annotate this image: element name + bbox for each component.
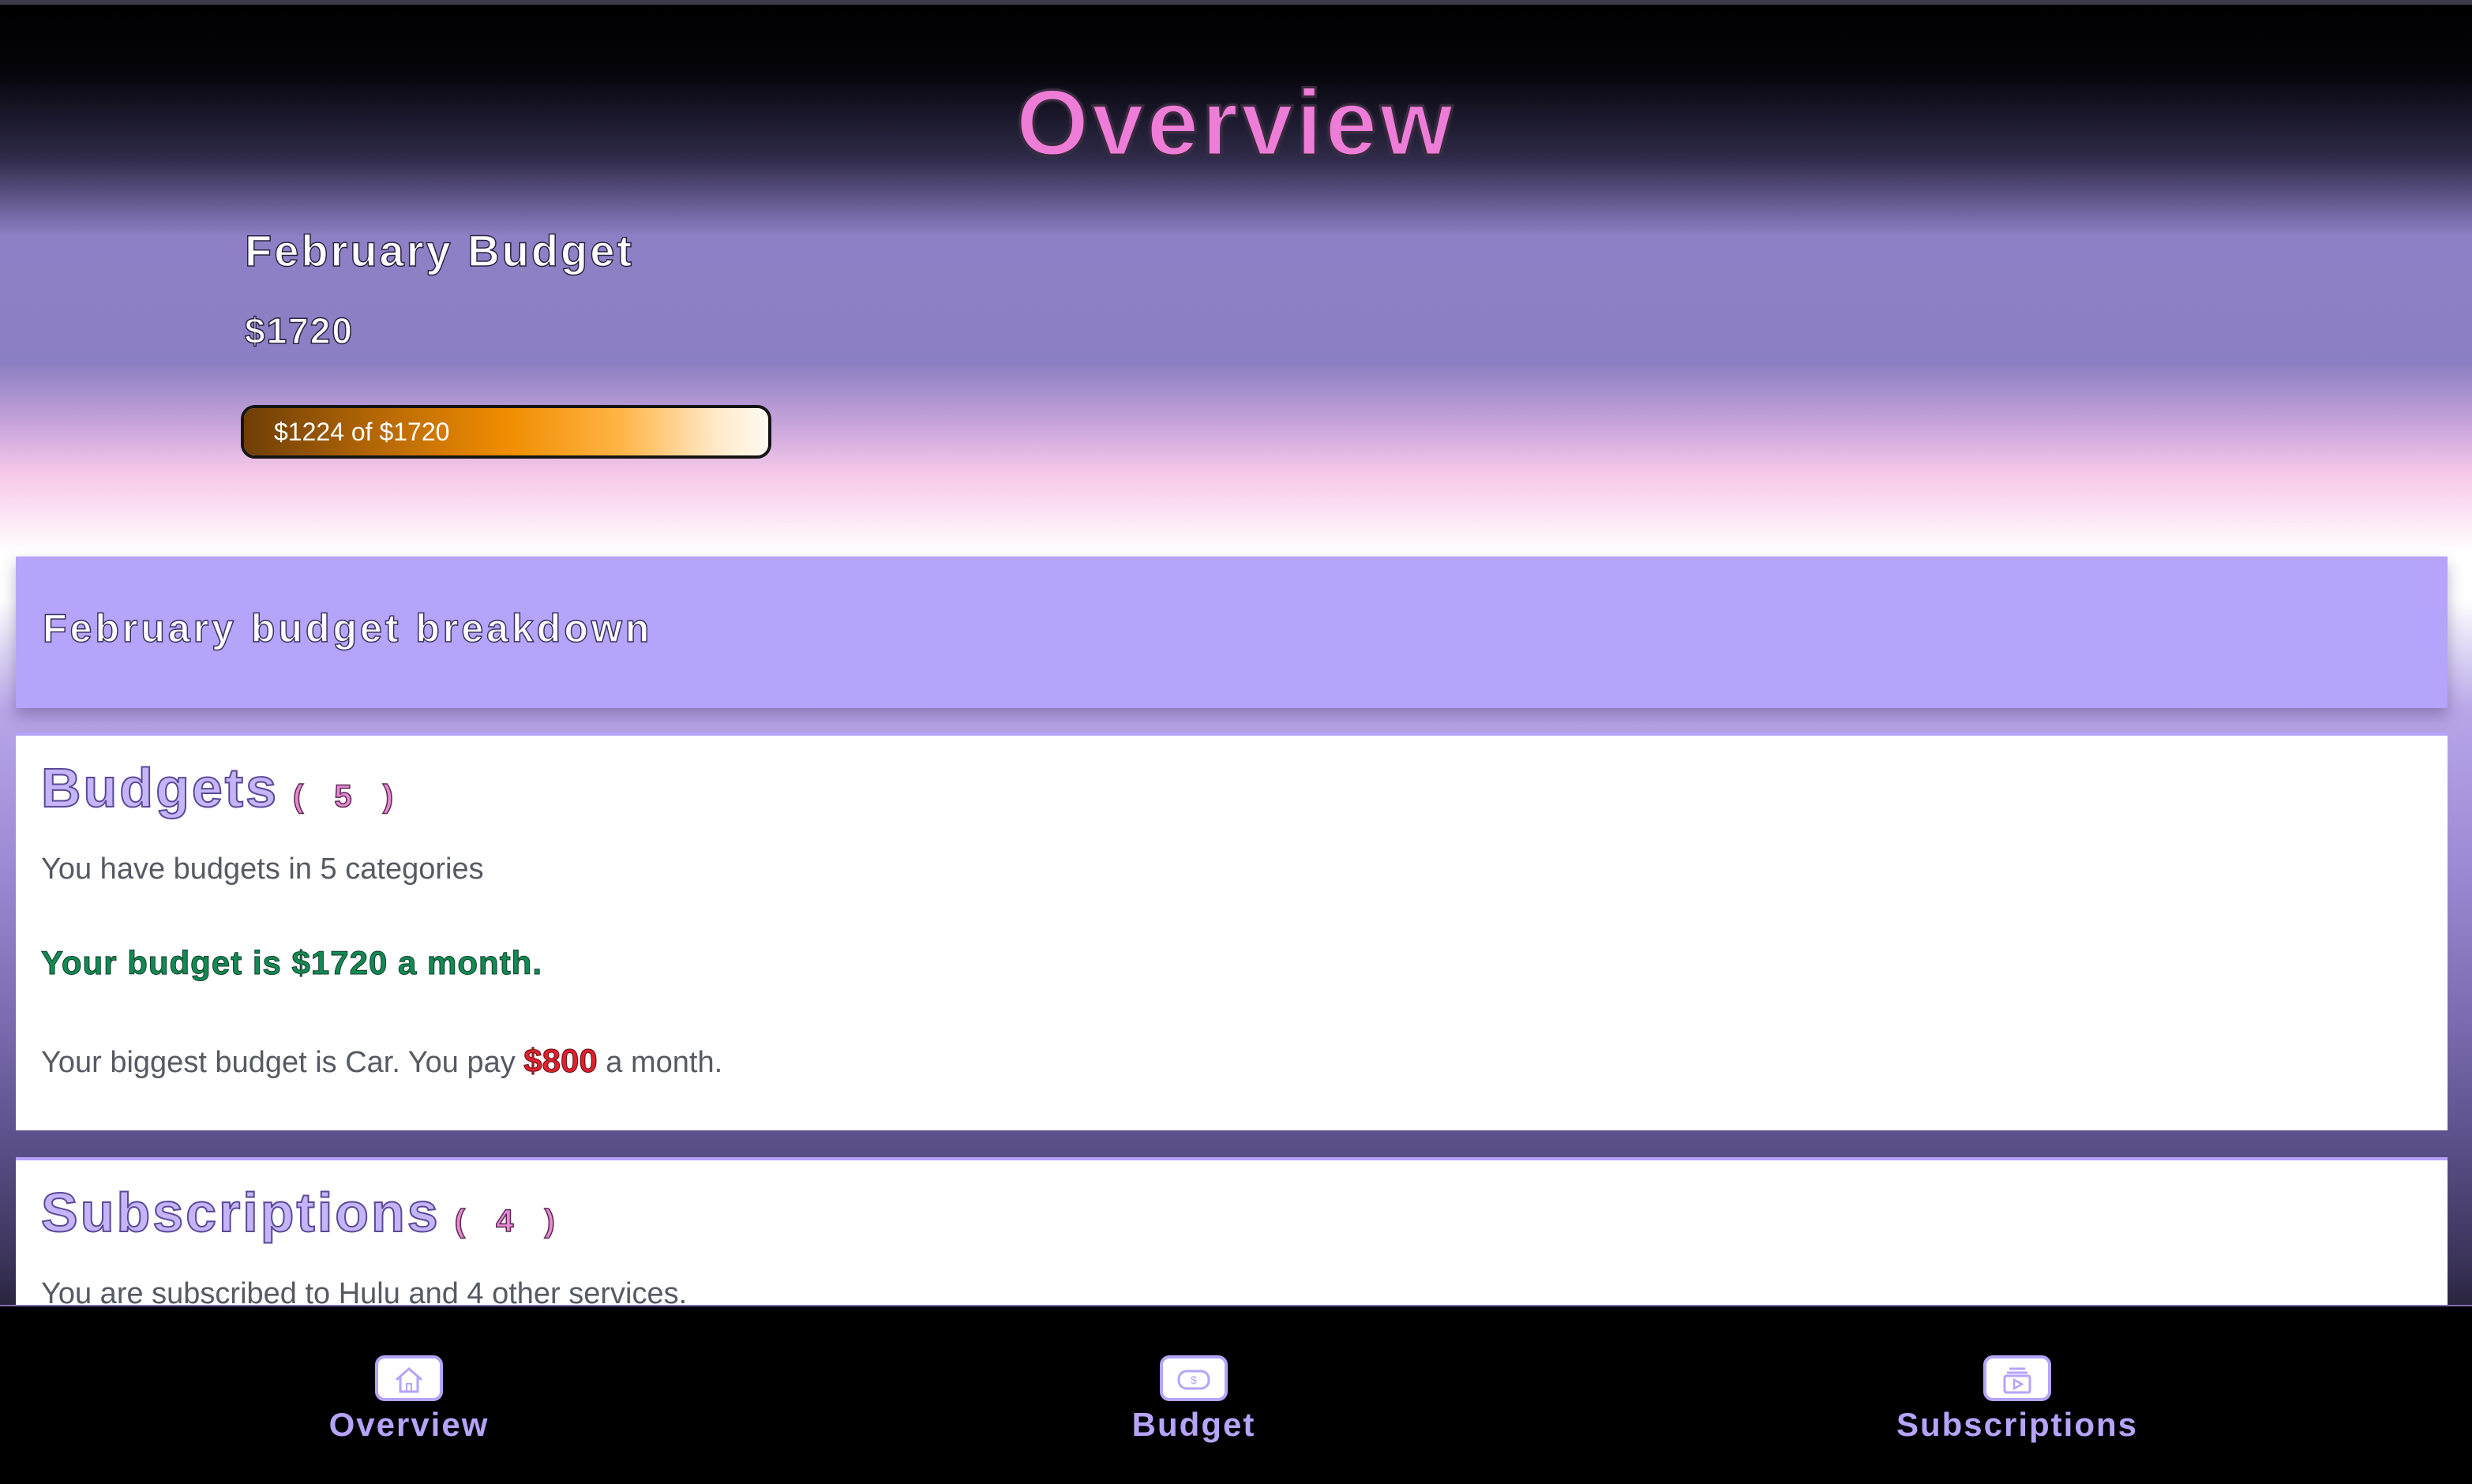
budgets-count-badge: ( 5 ) [292,778,405,815]
monthly-budget-heading: February Budget [244,225,635,276]
budgets-title-text: Budgets [40,756,279,819]
money-icon[interactable]: $ [1160,1355,1228,1401]
nav-subscriptions[interactable]: Subscriptions [1859,1355,2175,1444]
biggest-budget-line: Your biggest budget is Car. You pay $800… [41,1042,722,1080]
window-top-edge [0,0,2472,5]
page-title: Overview [1015,71,1456,176]
breakdown-title: February budget breakdown [42,605,653,651]
nav-budget[interactable]: $ Budget [1036,1355,1352,1444]
nav-budget-label[interactable]: Budget [1036,1406,1352,1444]
breakdown-banner: February budget breakdown [16,556,2448,708]
biggest-budget-suffix: a month. [606,1046,723,1079]
monthly-budget-amount: $1720 [244,309,354,352]
subscriptions-card-title: Subscriptions ( 4 ) [40,1181,566,1244]
budgets-summary: You have budgets in 5 categories [41,853,484,886]
budget-progress-label: $1224 of $1720 [274,418,450,446]
subscriptions-count-badge: ( 4 ) [454,1203,566,1239]
nav-overview-label[interactable]: Overview [251,1406,567,1444]
nav-overview[interactable]: Overview [251,1355,567,1444]
subscriptions-title-text: Subscriptions [40,1181,441,1244]
play-icon[interactable] [1983,1355,2051,1401]
nav-subscriptions-label[interactable]: Subscriptions [1859,1406,2175,1444]
budget-total-line: Your budget is $1720 a month. [40,944,543,982]
home-icon[interactable] [375,1355,443,1401]
svg-text:$: $ [1191,1373,1197,1386]
budgets-card-title: Budgets ( 5 ) [40,756,405,819]
biggest-budget-amount: $800 [523,1042,598,1080]
budget-progress-bar: $1224 of $1720 [241,405,771,459]
subscriptions-summary: You are subscribed to Hulu and 4 other s… [41,1277,688,1307]
biggest-budget-prefix: Your biggest budget is Car. You pay [41,1046,516,1079]
budgets-card: Budgets ( 5 ) You have budgets in 5 categ… [16,733,2448,1130]
bottom-nav-bar: Overview $ Budget Subscriptions [0,1305,2472,1484]
subscriptions-card: Subscriptions ( 4 ) You are subscribed to… [16,1157,2448,1307]
